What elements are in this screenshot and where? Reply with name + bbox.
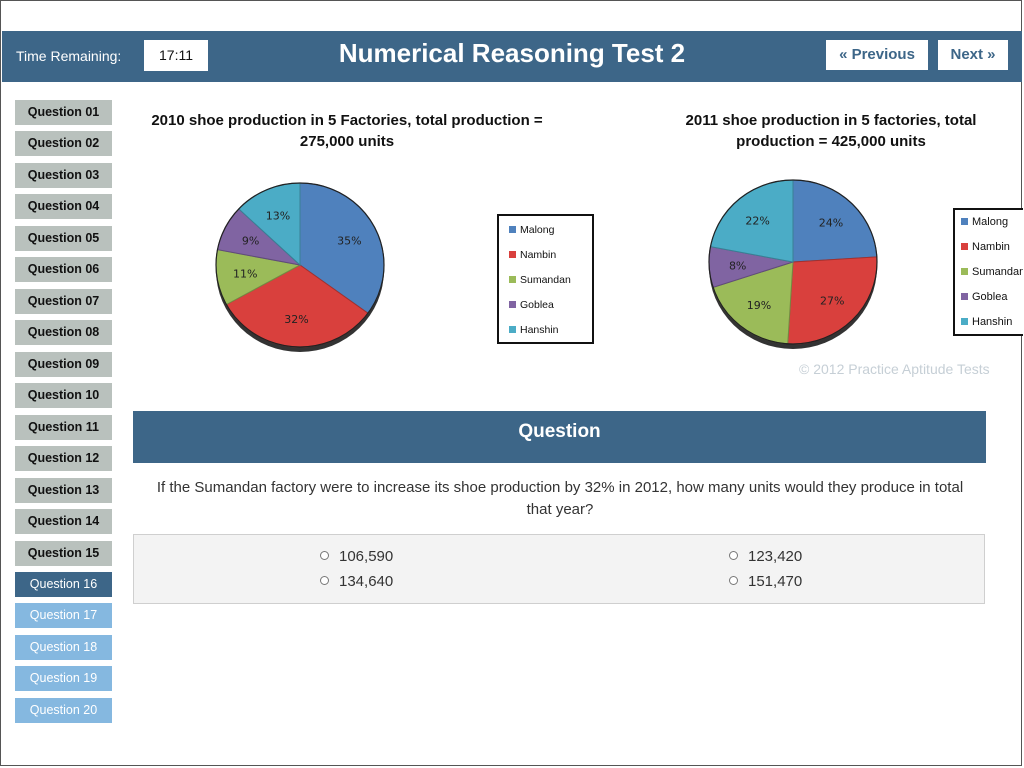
sidebar-question-06[interactable]: Question 06 [15,257,112,282]
answer-option-4[interactable]: 151,470 [729,573,802,590]
radio-icon[interactable] [320,551,329,560]
legend-swatch [509,326,516,333]
sidebar-question-20[interactable]: Question 20 [15,698,112,723]
legend-swatch [961,268,968,275]
pie-chart-2010: 35% 32% 11% 9% 13% [215,182,385,352]
answer-option-1[interactable]: 106,590 [320,548,393,565]
sidebar-question-03[interactable]: Question 03 [15,163,112,188]
legend-item-sumandan: Sumandan [509,274,571,287]
legend-label: Sumandan [520,274,571,286]
legend-label: Malong [520,224,555,236]
sidebar-question-19[interactable]: Question 19 [15,666,112,691]
chart-title-2011: 2011 shoe production in 5 factories, tot… [685,112,977,150]
sidebar-question-12[interactable]: Question 12 [15,446,112,471]
legend-item-malong: Malong [509,224,554,237]
pie-label-goblea: 9% [242,234,259,247]
pie-label-hanshin: 22% [745,214,769,227]
pie-label-nambin: 27% [820,294,844,307]
answer-label: 151,470 [748,573,803,590]
answer-option-2[interactable]: 123,420 [729,548,802,565]
legend-label: Nambin [972,241,1010,253]
sidebar-question-11[interactable]: Question 11 [15,415,112,440]
next-button[interactable]: Next » [938,40,1008,70]
sidebar-question-04[interactable]: Question 04 [15,194,112,219]
legend-swatch [509,301,516,308]
header-bar: Time Remaining: 17:11 Numerical Reasonin… [2,31,1022,82]
legend-swatch [509,226,516,233]
pie-label-sumandan: 11% [233,267,257,280]
legend-swatch [509,251,516,258]
answer-option-3[interactable]: 134,640 [320,573,393,590]
legend-2011: Malong Nambin Sumandan Goblea Hanshin [953,208,1023,336]
pie-label-malong: 24% [819,217,843,230]
legend-item-goblea: Goblea [961,291,1007,304]
pie-label-nambin: 32% [284,313,308,326]
legend-item-sumandan: Sumandan [961,266,1023,279]
question-heading: Question [133,411,986,463]
answer-label: 106,590 [339,548,394,565]
sidebar-question-01[interactable]: Question 01 [15,100,112,125]
radio-icon[interactable] [729,551,738,560]
sidebar-question-07[interactable]: Question 07 [15,289,112,314]
chart-title-2010: 2010 shoe production in 5 Factories, tot… [151,112,543,150]
sidebar-question-17[interactable]: Question 17 [15,603,112,628]
answer-options: 106,590 123,420 134,640 151,470 [133,534,985,604]
legend-swatch [961,218,968,225]
answer-label: 123,420 [748,548,803,565]
sidebar-question-18[interactable]: Question 18 [15,635,112,660]
legend-swatch [961,293,968,300]
sidebar-question-16[interactable]: Question 16 [15,572,112,597]
sidebar-question-05[interactable]: Question 05 [15,226,112,251]
legend-label: Hanshin [520,324,559,336]
sidebar-question-09[interactable]: Question 09 [15,352,112,377]
question-text: If the Sumandan factory were to increase… [156,479,964,518]
radio-icon[interactable] [320,576,329,585]
copyright-watermark: © 2012 Practice Aptitude Tests [799,361,990,377]
legend-label: Malong [972,216,1009,228]
legend-item-hanshin: Hanshin [509,324,559,337]
legend-item-nambin: Nambin [509,249,556,262]
sidebar-question-02[interactable]: Question 02 [15,131,112,156]
legend-item-nambin: Nambin [961,241,1010,254]
legend-label: Goblea [520,299,554,311]
legend-item-goblea: Goblea [509,299,554,312]
pie-chart-2011: 24% 27% 19% 8% 22% [708,179,878,349]
sidebar-question-14[interactable]: Question 14 [15,509,112,534]
legend-swatch [961,318,968,325]
sidebar-question-08[interactable]: Question 08 [15,320,112,345]
legend-2010: Malong Nambin Sumandan Goblea Hanshin [497,214,594,344]
pie-label-goblea: 8% [729,259,746,272]
legend-item-hanshin: Hanshin [961,316,1012,329]
legend-label: Goblea [972,291,1008,303]
legend-label: Nambin [520,249,557,261]
legend-swatch [961,243,968,250]
pie-label-malong: 35% [337,234,361,247]
sidebar-question-15[interactable]: Question 15 [15,541,112,566]
pie-label-hanshin: 13% [266,209,290,222]
sidebar-question-10[interactable]: Question 10 [15,383,112,408]
legend-swatch [509,276,516,283]
legend-label: Hanshin [972,316,1013,328]
pie-label-sumandan: 19% [747,299,771,312]
radio-icon[interactable] [729,576,738,585]
answer-label: 134,640 [339,573,394,590]
legend-label: Sumandan [972,266,1023,278]
legend-item-malong: Malong [961,216,1008,229]
previous-button[interactable]: « Previous [826,40,928,70]
sidebar-question-13[interactable]: Question 13 [15,478,112,503]
